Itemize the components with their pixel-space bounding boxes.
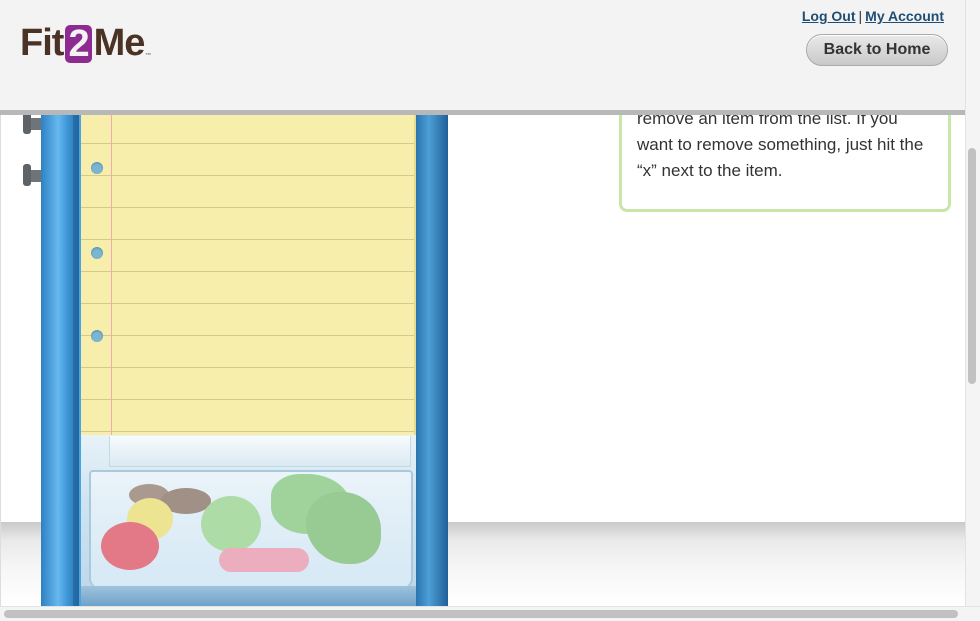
account-links: Log Out | My Account	[802, 8, 944, 24]
fridge-handle-shadow	[73, 80, 79, 606]
fridge-right-edge	[416, 80, 448, 606]
logout-link[interactable]: Log Out	[802, 8, 856, 24]
drawer-glass-overlay	[91, 472, 411, 588]
fridge-bottom-edge	[81, 586, 416, 606]
horizontal-scrollbar-thumb[interactable]	[4, 610, 958, 618]
my-account-link[interactable]: My Account	[865, 8, 944, 24]
notepad-hole	[91, 330, 103, 342]
instruction-text: remove an item from the list. If you wan…	[637, 109, 924, 180]
crisper-drawer-lip	[109, 436, 411, 467]
logo-text-2: 2	[65, 24, 92, 63]
logo-text-me: Me	[93, 22, 146, 64]
notepad-margin-line	[111, 100, 112, 435]
logo-trademark: ™	[145, 53, 152, 59]
shopping-list-notepad	[81, 100, 416, 435]
notepad-hole	[91, 162, 103, 174]
vertical-scrollbar-thumb[interactable]	[968, 148, 976, 384]
crisper-drawer-bin	[89, 470, 413, 590]
back-to-home-button[interactable]: Back to Home	[806, 34, 948, 66]
site-header: Fit 2 Me ™ Log Out | My Account Back to Home	[0, 0, 965, 115]
notepad-hole	[91, 247, 103, 259]
logo-text-fit: Fit	[20, 22, 64, 64]
link-separator: |	[858, 8, 863, 24]
fit2me-logo[interactable]: Fit 2 Me ™	[20, 22, 151, 65]
